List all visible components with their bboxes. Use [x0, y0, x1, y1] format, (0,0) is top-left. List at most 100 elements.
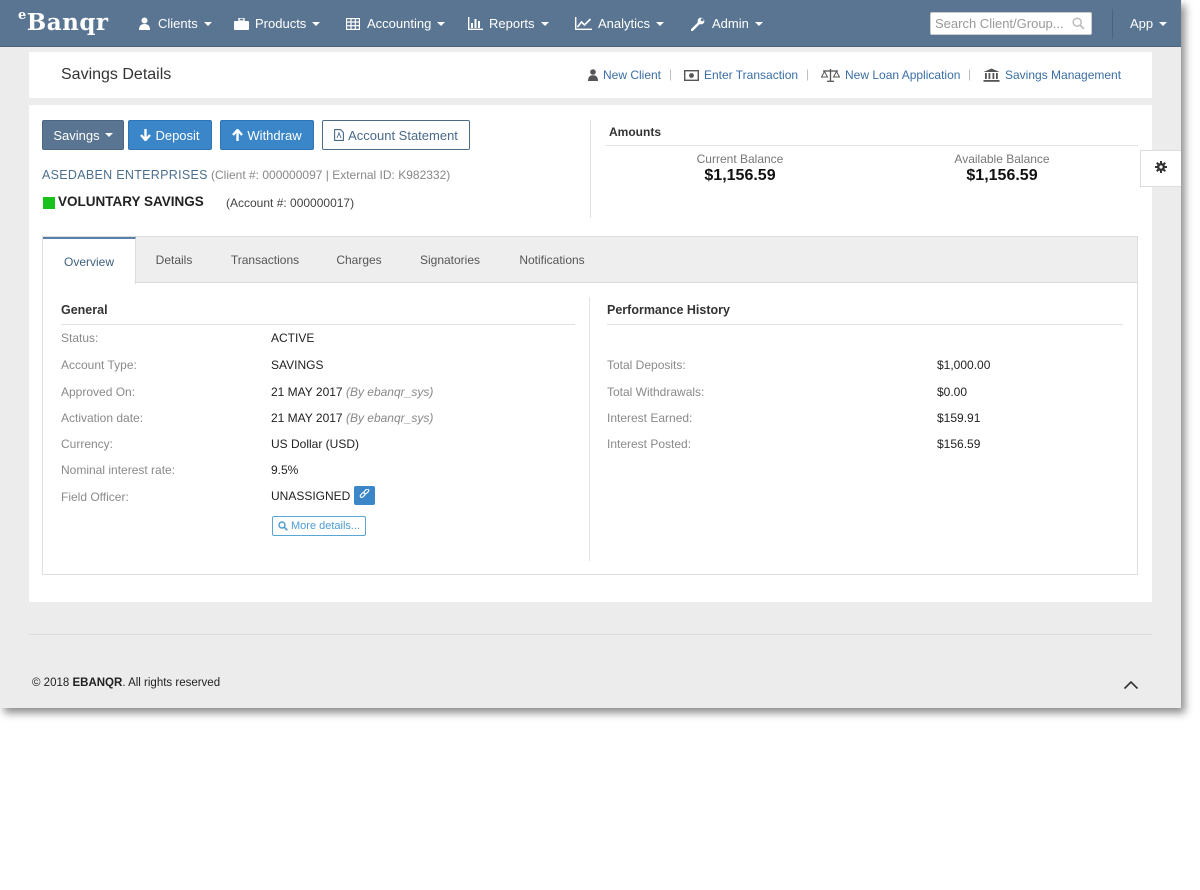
- nav-analytics[interactable]: Analytics: [574, 0, 665, 47]
- page-header: Savings Details New Client | Enter Trans…: [29, 52, 1152, 98]
- nav-products-label: Products: [255, 16, 307, 31]
- settings-toggle[interactable]: [1140, 150, 1181, 187]
- withdraw-button[interactable]: Withdraw: [220, 120, 314, 150]
- bar-chart-icon: [467, 17, 483, 31]
- footer-copyright: © 2018 EBANQR. All rights reserved: [32, 677, 220, 689]
- more-details-button[interactable]: More details...: [272, 516, 367, 536]
- company-name: EBANQR: [72, 677, 123, 689]
- chevron-down-icon: [104, 133, 113, 137]
- section-divider: [589, 297, 590, 561]
- deposit-button-label: Deposit: [155, 127, 200, 143]
- interest-earned-value: $159.91: [937, 411, 981, 425]
- chevron-down-icon: [540, 21, 549, 26]
- gear-icon: [1155, 160, 1167, 178]
- chevron-down-icon: [437, 21, 446, 26]
- interest-posted-label: Interest Posted:: [607, 437, 692, 451]
- current-balance-value: $1,156.59: [704, 167, 776, 184]
- nav-clients-label: Clients: [158, 16, 198, 31]
- nav-divider: [1112, 9, 1113, 39]
- available-balance-value: $1,156.59: [966, 167, 1038, 184]
- more-details-label: More details...: [291, 520, 361, 532]
- current-balance-label: Current Balance: [696, 152, 784, 166]
- pdf-file-icon: [334, 129, 345, 141]
- assign-officer-button[interactable]: [354, 486, 375, 505]
- total-deposits-label: Total Deposits:: [607, 358, 686, 372]
- app-window: eBanqr Clients Products Accounting Repor…: [0, 0, 1181, 708]
- total-withdrawals-value: $0.00: [937, 385, 968, 399]
- rights-text: . All rights reserved: [122, 677, 221, 689]
- interest-earned-label: Interest Earned:: [607, 411, 693, 425]
- search-icon: [278, 521, 288, 531]
- brand-logo[interactable]: eBanqr: [18, 8, 109, 36]
- search-input[interactable]: [931, 13, 1066, 34]
- user-icon: [136, 17, 152, 31]
- top-navbar: eBanqr Clients Products Accounting Repor…: [0, 0, 1181, 47]
- nav-admin[interactable]: Admin: [690, 0, 763, 47]
- nav-app-menu[interactable]: App: [1130, 0, 1168, 47]
- activation-date-label: Activation date:: [61, 411, 144, 425]
- tab-overview[interactable]: Overview: [43, 237, 136, 284]
- savings-details-panel: Savings Deposit Withdraw Account Stateme…: [29, 105, 1152, 602]
- brand-prefix: e: [18, 8, 27, 24]
- quick-link-label: New Client: [603, 68, 662, 82]
- quick-link-new-loan-application[interactable]: New Loan Application: [821, 68, 960, 82]
- approved-by: (By ebanqr_sys): [345, 385, 434, 399]
- available-balance-label: Available Balance: [954, 152, 1050, 166]
- copyright-year: © 2018: [32, 677, 70, 689]
- balance-scale-icon: [821, 68, 840, 82]
- activated-by: (By ebanqr_sys): [345, 411, 434, 425]
- account-statement-button[interactable]: Account Statement: [322, 120, 470, 150]
- savings-dropdown-button[interactable]: Savings: [42, 120, 124, 150]
- money-icon: [684, 69, 699, 81]
- total-withdrawals-label: Total Withdrawals:: [607, 385, 705, 399]
- interest-rate-label: Nominal interest rate:: [61, 463, 176, 477]
- nav-app-label: App: [1130, 16, 1154, 31]
- account-number: (Account #: 000000017): [226, 196, 355, 210]
- search-box: [930, 12, 1092, 35]
- nav-products[interactable]: Products: [233, 0, 321, 47]
- brand-name: Banqr: [26, 9, 109, 36]
- approved-on-date: 21 MAY 2017: [271, 385, 343, 399]
- tab-bar: Overview Details Transactions Charges Si…: [43, 237, 1137, 284]
- general-section-title: General: [61, 303, 108, 317]
- tab-charges[interactable]: Charges: [326, 237, 392, 283]
- savings-button-label: Savings: [53, 127, 100, 143]
- client-name-link[interactable]: ASEDABEN ENTERPRISES: [42, 168, 208, 182]
- quick-link-new-client[interactable]: New Client: [588, 68, 661, 82]
- link-separator: |: [669, 67, 673, 81]
- currency-value: US Dollar (USD): [271, 437, 360, 451]
- tab-details[interactable]: Details: [142, 237, 206, 283]
- quick-link-savings-management[interactable]: Savings Management: [983, 68, 1121, 82]
- performance-section-title: Performance History: [607, 303, 730, 317]
- nav-accounting-label: Accounting: [367, 16, 432, 31]
- amounts-divider: [605, 145, 1138, 146]
- briefcase-icon: [233, 17, 249, 31]
- arrow-down-icon: [140, 129, 152, 141]
- approved-on-label: Approved On:: [61, 385, 136, 399]
- field-officer-label: Field Officer:: [61, 490, 129, 504]
- nav-reports[interactable]: Reports: [467, 0, 549, 47]
- status-value: ACTIVE: [271, 331, 315, 345]
- tab-signatories[interactable]: Signatories: [409, 237, 491, 283]
- search-icon[interactable]: [1072, 17, 1085, 35]
- quick-link-label: New Loan Application: [845, 68, 961, 82]
- savings-product-name: VOLUNTARY SAVINGS: [58, 194, 204, 209]
- nav-reports-label: Reports: [489, 16, 535, 31]
- quick-link-enter-transaction[interactable]: Enter Transaction: [684, 68, 798, 82]
- wrench-icon: [690, 17, 706, 31]
- client-ids: (Client #: 000000097 | External ID: K982…: [211, 168, 451, 182]
- deposit-button[interactable]: Deposit: [128, 120, 212, 150]
- tab-notifications[interactable]: Notifications: [507, 237, 597, 283]
- nav-clients[interactable]: Clients: [136, 0, 212, 47]
- scroll-top-button[interactable]: [1123, 677, 1139, 695]
- activation-date: 21 MAY 2017: [271, 411, 343, 425]
- chevron-down-icon: [203, 21, 212, 26]
- quick-link-label: Enter Transaction: [704, 68, 799, 82]
- status-label: Status:: [61, 331, 99, 345]
- nav-accounting[interactable]: Accounting: [345, 0, 446, 47]
- approved-on-value: 21 MAY 2017 (By ebanqr_sys): [271, 385, 433, 399]
- interest-rate-value: 9.5%: [271, 463, 299, 477]
- chevron-down-icon: [656, 21, 665, 26]
- tab-transactions[interactable]: Transactions: [220, 237, 310, 283]
- vertical-divider: [590, 120, 591, 218]
